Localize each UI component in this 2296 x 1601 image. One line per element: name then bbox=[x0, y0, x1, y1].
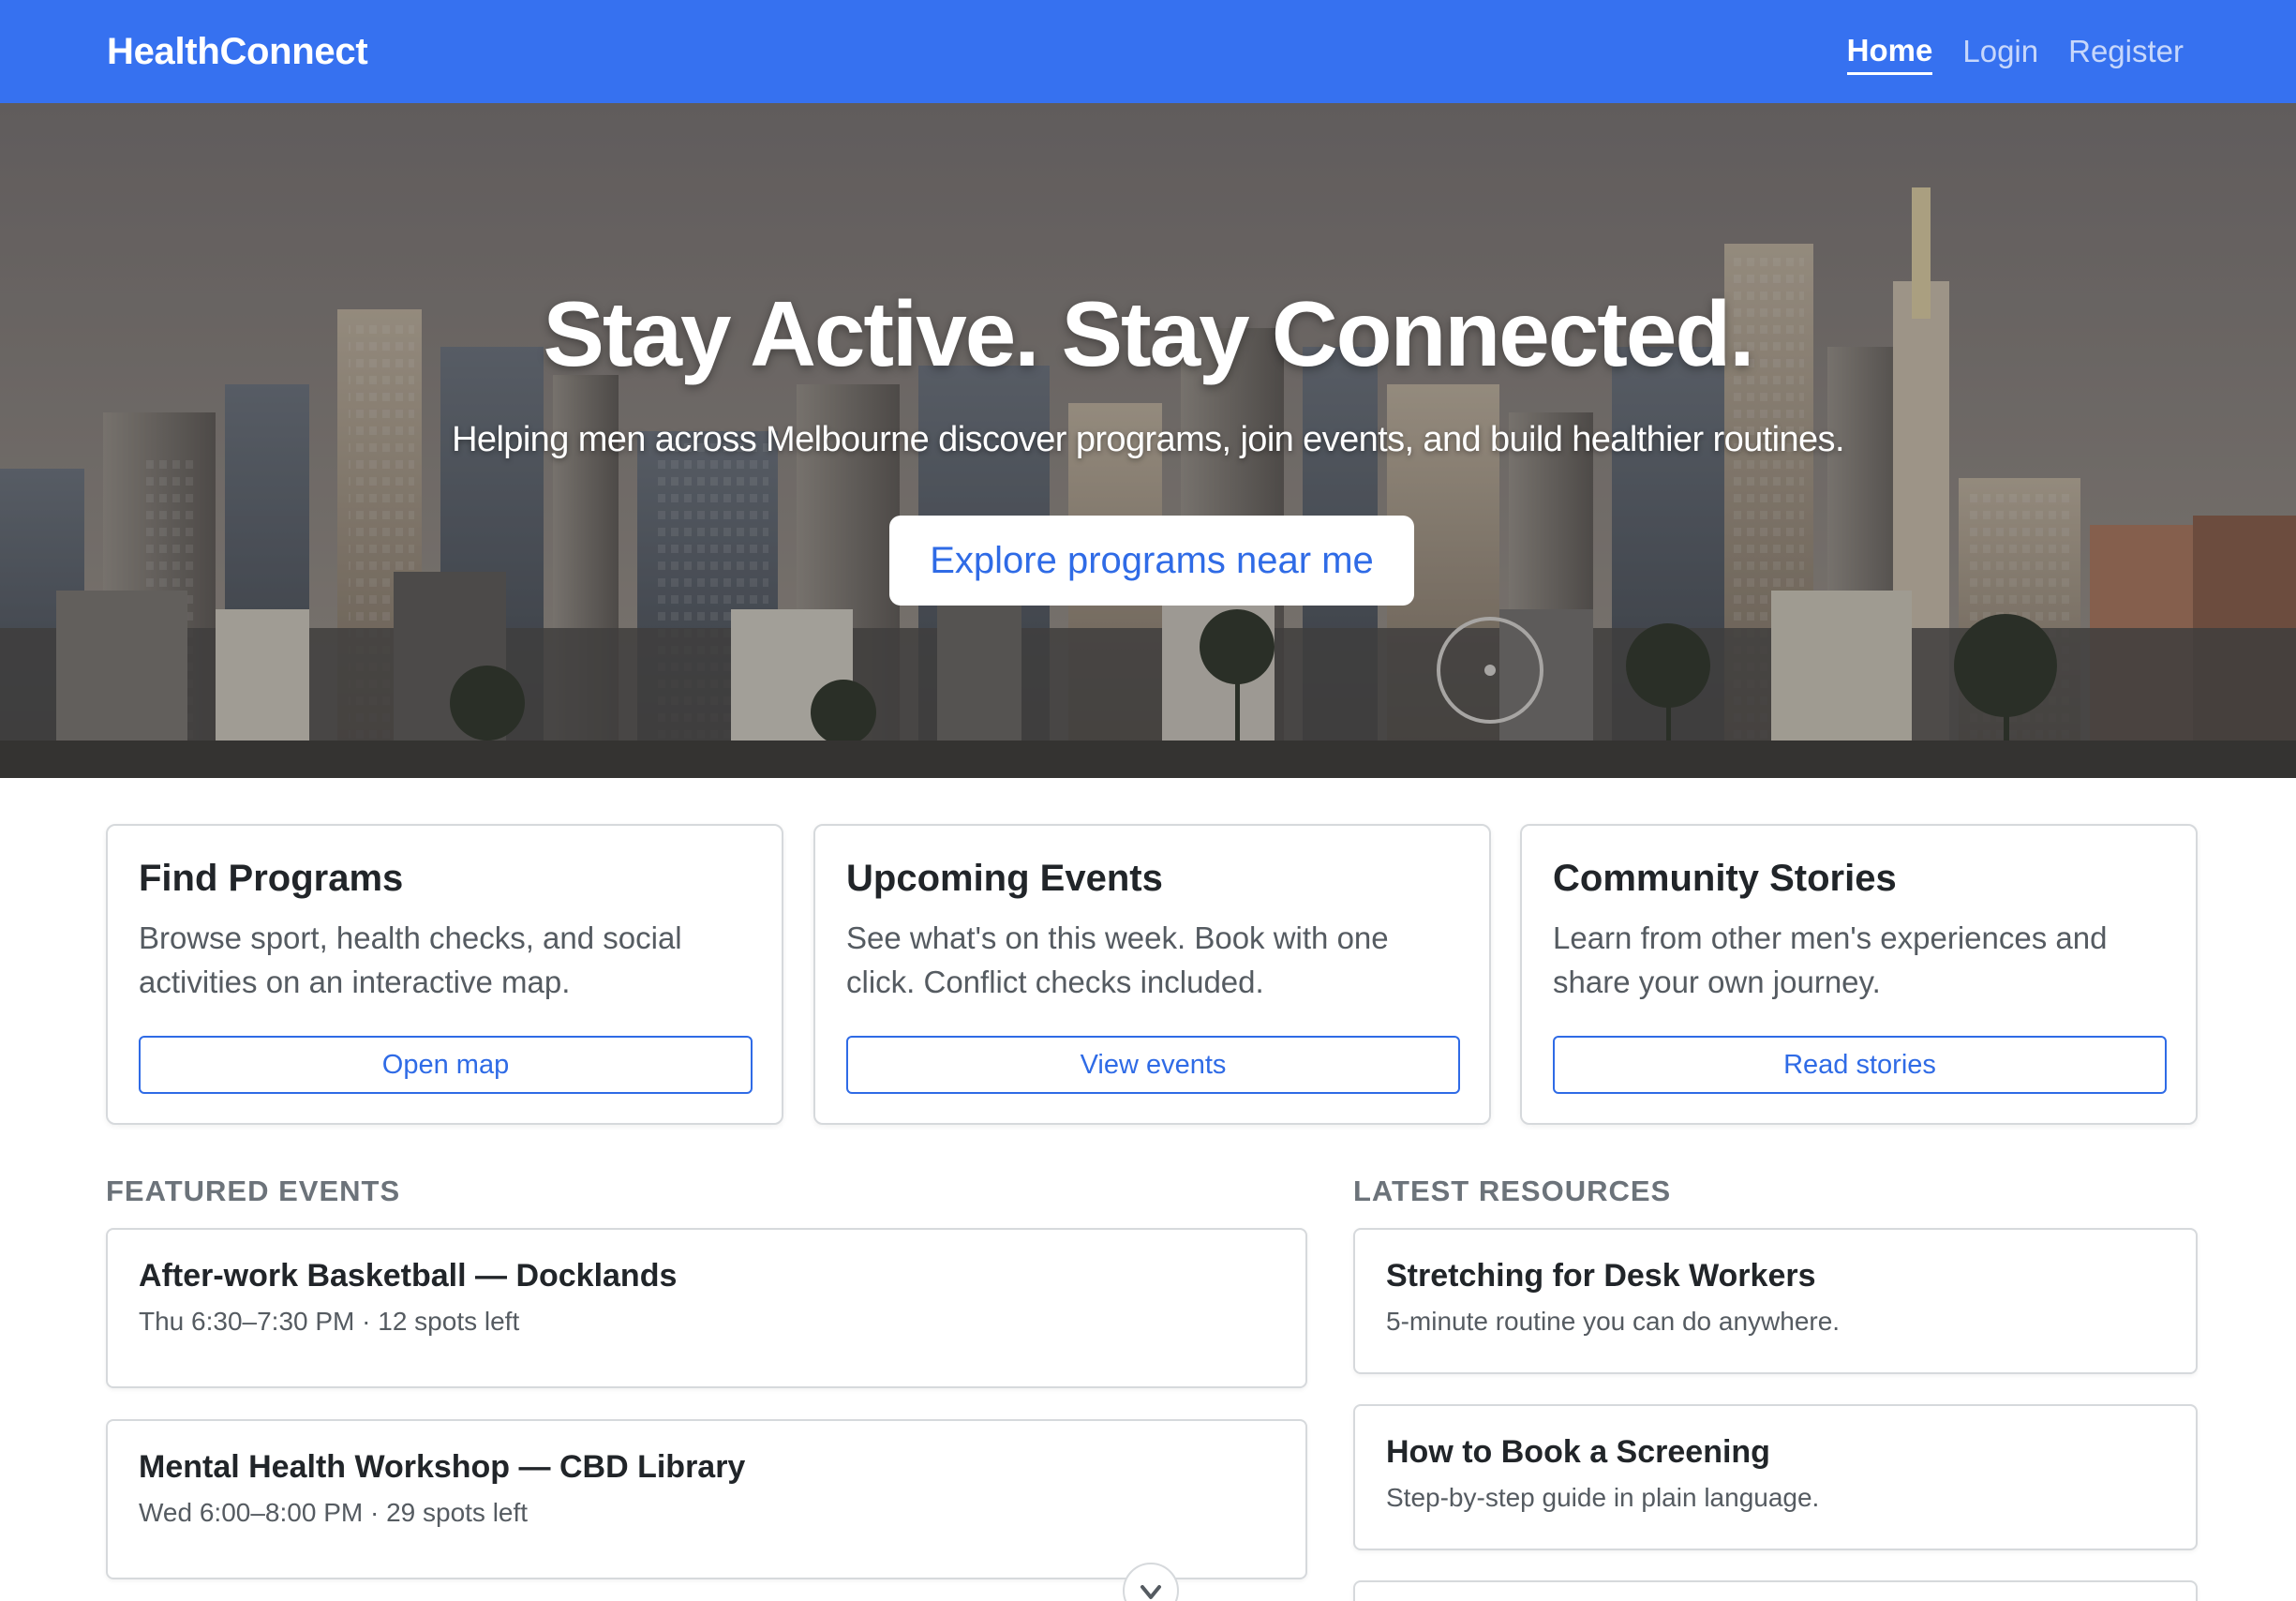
card-title: Find Programs bbox=[139, 858, 404, 899]
featured-events-heading: FEATURED EVENTS bbox=[106, 1175, 401, 1207]
hero-title: Stay Active. Stay Connected. bbox=[543, 282, 1754, 385]
card-title: Upcoming Events bbox=[846, 858, 1163, 899]
latest-resources-heading: LATEST RESOURCES bbox=[1353, 1175, 1672, 1207]
card-find-programs: Find Programs Browse sport, health check… bbox=[106, 824, 783, 1125]
resource-item[interactable]: How to Book a Screening Step-by-step gui… bbox=[1353, 1404, 2198, 1550]
resource-item[interactable]: Stretching for Desk Workers 5-minute rou… bbox=[1353, 1228, 2198, 1374]
nav-link-login[interactable]: Login bbox=[1962, 30, 2038, 73]
nav-link-register[interactable]: Register bbox=[2068, 30, 2184, 73]
brand-logo[interactable]: HealthConnect bbox=[107, 0, 368, 103]
event-item[interactable]: Mental Health Workshop — CBD Library Wed… bbox=[106, 1419, 1307, 1579]
explore-programs-button[interactable]: Explore programs near me bbox=[889, 516, 1414, 606]
resource-meta: 5-minute routine you can do anywhere. bbox=[1386, 1307, 1841, 1336]
resource-title: Stretching for Desk Workers bbox=[1386, 1258, 1816, 1294]
card-title: Community Stories bbox=[1553, 858, 1897, 899]
card-upcoming-events: Upcoming Events See what's on this week.… bbox=[813, 824, 1491, 1125]
event-item[interactable]: After-work Basketball — Docklands Thu 6:… bbox=[106, 1228, 1307, 1388]
event-meta: Wed 6:00–8:00 PM · 29 spots left bbox=[139, 1498, 529, 1527]
hero-subtitle: Helping men across Melbourne discover pr… bbox=[452, 420, 1844, 459]
event-title: Mental Health Workshop — CBD Library bbox=[139, 1449, 746, 1485]
card-body: See what's on this week. Book with one c… bbox=[846, 920, 1389, 999]
card-community-stories: Community Stories Learn from other men's… bbox=[1520, 824, 2198, 1125]
feature-cards: Find Programs Browse sport, health check… bbox=[106, 824, 2198, 1125]
read-stories-button[interactable]: Read stories bbox=[1553, 1036, 2167, 1094]
resource-item[interactable] bbox=[1353, 1580, 2198, 1601]
hero-section: Stay Active. Stay Connected. Helping men… bbox=[0, 103, 2296, 778]
resource-title: How to Book a Screening bbox=[1386, 1434, 1770, 1470]
event-meta: Thu 6:30–7:30 PM · 12 spots left bbox=[139, 1307, 520, 1336]
view-events-button[interactable]: View events bbox=[846, 1036, 1460, 1094]
card-body: Browse sport, health checks, and social … bbox=[139, 920, 682, 999]
card-body: Learn from other men's experiences and s… bbox=[1553, 920, 2108, 999]
open-map-button[interactable]: Open map bbox=[139, 1036, 753, 1094]
resource-meta: Step-by-step guide in plain language. bbox=[1386, 1483, 1820, 1512]
event-title: After-work Basketball — Docklands bbox=[139, 1258, 678, 1294]
nav-link-home[interactable]: Home bbox=[1846, 29, 1933, 75]
top-navbar: HealthConnect Home Login Register bbox=[0, 0, 2296, 103]
hero-content: Stay Active. Stay Connected. Helping men… bbox=[0, 103, 2296, 778]
nav-links: Home Login Register bbox=[1846, 0, 2184, 103]
